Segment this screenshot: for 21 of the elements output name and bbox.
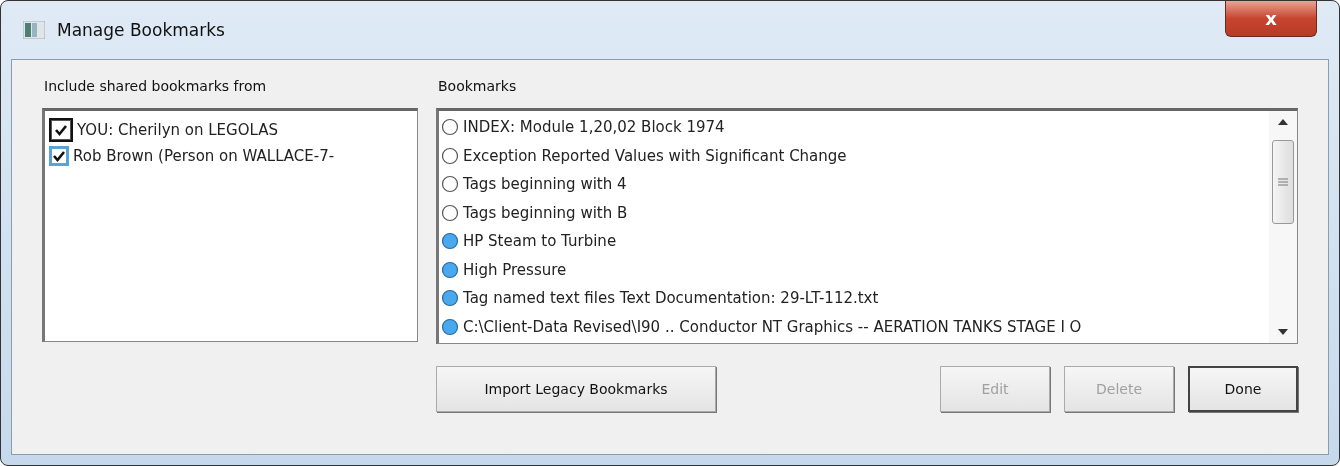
- bookmark-item[interactable]: Exception Reported Values with Significant Change: [439, 141, 1269, 170]
- section-label: Include shared bookmarks from: [43, 78, 268, 94]
- bookmark-item[interactable]: C:\Client-Data Revised\I90 .. Conductor NT Graphics -- AERATION TANKS STAGE I O: [439, 312, 1269, 341]
- dialog-button[interactable]: Import Legacy Bookmarks: [436, 366, 716, 412]
- bookmark-item[interactable]: High Pressure: [439, 255, 1269, 284]
- bookmark-item[interactable]: Tags beginning with 4: [439, 170, 1269, 199]
- scroll-thumb[interactable]: [1272, 140, 1294, 224]
- shared-source-label: YOU: Cherilyn on LEGOLAS: [77, 121, 278, 139]
- bookmark-item[interactable]: HP Steam to Turbine: [439, 227, 1269, 256]
- scroll-down-icon[interactable]: [1278, 329, 1288, 335]
- app-icon: [23, 21, 45, 39]
- bookmark-item[interactable]: Tag named text files Text Documentation: 29-LT-112.txt: [439, 284, 1269, 313]
- bookmark-item[interactable]: INDEX: Module 1,20,02 Block 1974: [439, 113, 1269, 142]
- dialog-button[interactable]: Done: [1188, 366, 1298, 412]
- window-title: Manage Bookmarks: [57, 20, 225, 40]
- scroll-up-icon[interactable]: [1278, 119, 1288, 125]
- shared-source-label: Rob Brown (Person on WALLACE-7-: [73, 147, 335, 165]
- section-label: Bookmarks: [437, 78, 518, 94]
- bookmark-item[interactable]: Tags beginning with B: [439, 198, 1269, 227]
- close-button[interactable]: x: [1225, 1, 1317, 37]
- scrollbar[interactable]: [1269, 111, 1297, 343]
